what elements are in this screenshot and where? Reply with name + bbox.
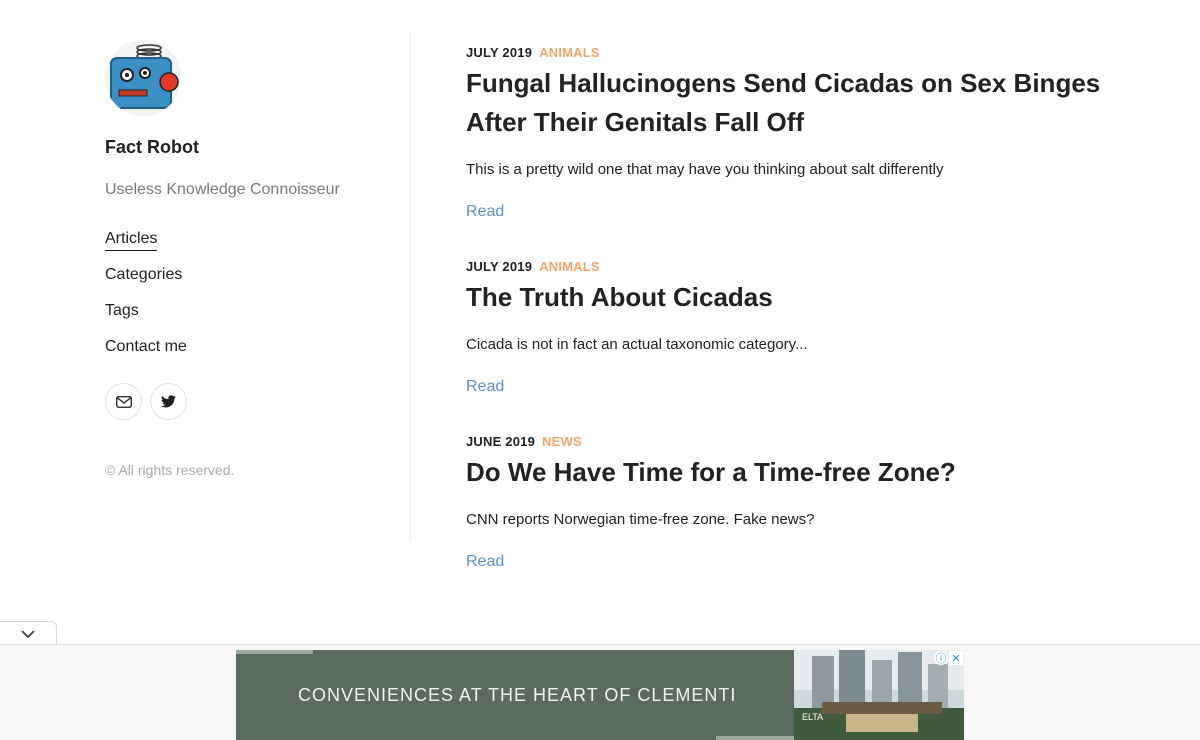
nav-item-categories[interactable]: Categories	[105, 265, 405, 301]
close-icon[interactable]: ✕	[949, 651, 963, 665]
ad-accent	[236, 650, 313, 654]
ad-collapse-button[interactable]	[0, 621, 57, 646]
sidebar: Fact Robot Useless Knowledge Connoisseur…	[105, 40, 405, 478]
post-category[interactable]: NEWS	[542, 434, 582, 449]
info-icon[interactable]: ⓘ	[934, 651, 948, 665]
read-link[interactable]: Read	[466, 553, 504, 571]
post-excerpt: This is a pretty wild one that may have …	[466, 161, 944, 178]
post-meta: JULY 2019 ANIMALS	[466, 259, 1106, 274]
avatar[interactable]	[105, 40, 181, 116]
twitter-icon	[161, 395, 176, 408]
post-meta: JUNE 2019 NEWS	[466, 434, 1106, 449]
post-excerpt: CNN reports Norwegian time-free zone. Fa…	[466, 511, 815, 528]
site-title[interactable]: Fact Robot	[105, 137, 405, 158]
post-item: JUNE 2019 NEWS Do We Have Time for a Time…	[466, 434, 1106, 571]
post-date: JULY 2019	[466, 45, 533, 60]
page: Fact Robot Useless Knowledge Connoisseur…	[0, 0, 1200, 740]
nav-item-label: Articles	[105, 229, 158, 251]
nav-item-contact[interactable]: Contact me	[105, 337, 405, 373]
nav-item-label: Categories	[105, 266, 183, 283]
sidebar-divider	[410, 30, 411, 540]
nav-item-tags[interactable]: Tags	[105, 301, 405, 337]
post-category[interactable]: ANIMALS	[539, 259, 600, 274]
social-links	[105, 383, 405, 420]
post-title[interactable]: The Truth About Cicadas	[466, 278, 1106, 317]
chevron-down-icon	[21, 630, 35, 639]
post-list: JULY 2019 ANIMALS Fungal Hallucinogens Se…	[466, 45, 1106, 609]
site-subtitle: Useless Knowledge Connoisseur	[105, 181, 340, 198]
post-meta: JULY 2019 ANIMALS	[466, 45, 1106, 60]
post-date: JUNE 2019	[466, 434, 536, 449]
post-excerpt: Cicada is not in fact an actual taxonomi…	[466, 336, 808, 353]
nav-item-articles[interactable]: Articles	[105, 229, 405, 265]
ad-accent	[716, 736, 794, 740]
read-link[interactable]: Read	[466, 378, 504, 396]
post-item: JULY 2019 ANIMALS Fungal Hallucinogens Se…	[466, 45, 1106, 221]
post-category[interactable]: ANIMALS	[539, 45, 600, 60]
post-date: JULY 2019	[466, 259, 533, 274]
ad-image-caption: ELTA	[802, 712, 823, 722]
read-link[interactable]: Read	[466, 203, 504, 221]
post-title[interactable]: Fungal Hallucinogens Send Cicadas on Sex…	[466, 64, 1106, 142]
post-title[interactable]: Do We Have Time for a Time-free Zone?	[466, 453, 1106, 492]
copyright: © All rights reserved.	[105, 462, 235, 478]
nav-item-label: Tags	[105, 302, 139, 319]
nav-item-label: Contact me	[105, 338, 187, 355]
twitter-button[interactable]	[150, 383, 187, 420]
mail-icon	[115, 395, 132, 408]
ad-text[interactable]: CONVENIENCES AT THE HEART OF CLEMENTI	[298, 685, 736, 706]
sidebar-nav: Articles Categories Tags Contact me	[105, 229, 405, 373]
ad-banner[interactable]: CONVENIENCES AT THE HEART OF CLEMENTI EL…	[236, 650, 964, 740]
email-button[interactable]	[105, 383, 142, 420]
post-item: JULY 2019 ANIMALS The Truth About Cicadas…	[466, 259, 1106, 396]
